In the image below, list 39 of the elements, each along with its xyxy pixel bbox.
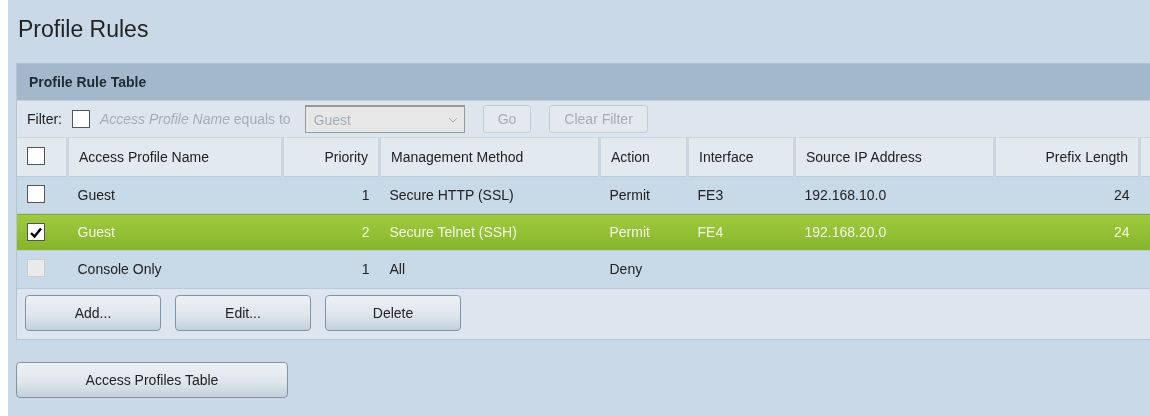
row-checkbox[interactable]	[27, 223, 45, 241]
chevron-icon	[447, 116, 458, 123]
check-icon	[30, 226, 42, 238]
table-cell: Console Only	[77, 261, 162, 278]
table-cell: 2	[361, 224, 370, 240]
table-cell: FE4	[697, 224, 724, 240]
column-header: Access Profile Name	[67, 137, 283, 177]
table-cell: 24	[1113, 187, 1130, 203]
table-cell: Deny	[609, 261, 643, 278]
column-header: Interface	[687, 137, 795, 177]
column-header: Management Method	[379, 137, 600, 177]
action-button[interactable]: Delete	[325, 294, 461, 331]
table-cell: Permit	[609, 224, 650, 240]
action-button[interactable]: Add...	[25, 294, 161, 331]
column-header: Action	[599, 137, 688, 177]
table-cell: 24	[1113, 224, 1130, 240]
column-header: Priority	[282, 137, 380, 177]
action-button[interactable]: Edit...	[175, 294, 311, 331]
table-cell: All	[389, 261, 406, 278]
table-cell: 192.168.20.0	[804, 224, 887, 240]
table-cell: 192.168.10.0	[804, 187, 887, 203]
access-profiles-table-button[interactable]: Access Profiles Table	[16, 361, 288, 398]
table-cell: Secure HTTP (SSL)	[389, 187, 514, 203]
column-header: Prefix Length	[994, 137, 1140, 177]
filter-label: Filter:	[27, 111, 62, 127]
table-cell: Permit	[609, 187, 650, 203]
table-cell: Secure Telnet (SSH)	[389, 224, 517, 240]
row-checkbox[interactable]	[27, 184, 45, 203]
table-cell: Guest	[77, 187, 115, 203]
panel-title: Profile Rule Table	[17, 64, 1150, 100]
table-cell: FE3	[697, 187, 724, 203]
filter-field-label: Access Profile Name equals to	[100, 111, 291, 127]
select-all-checkbox[interactable]	[27, 146, 45, 165]
column-header: Source IP Address	[794, 137, 995, 177]
table-row[interactable]: Guest 1 Secure HTTP (SSL) Permit FE3 192.168.10.0 24	[17, 176, 1150, 214]
page-title: Profile Rules	[18, 16, 150, 43]
table-cell: 1	[361, 187, 370, 203]
table-cell: Guest	[77, 224, 115, 240]
table-cell: 1	[361, 261, 370, 278]
